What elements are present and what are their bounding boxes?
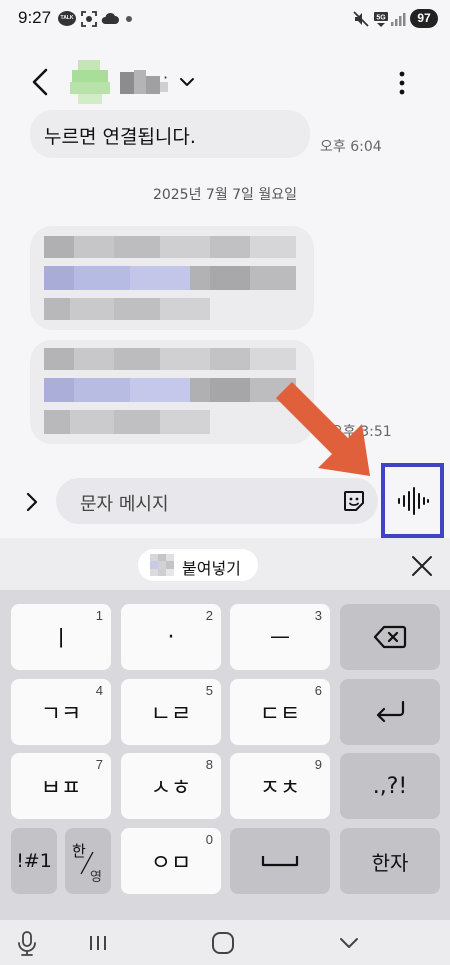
date-separator: 2025년 7월 7일 월요일 [152, 187, 298, 203]
key-4[interactable]: ㄱㅋ 4 [11, 679, 111, 745]
enter-icon [376, 700, 405, 723]
space-key[interactable] [230, 828, 330, 894]
name-separator-dot: · [163, 68, 169, 87]
more-vertical-icon[interactable] [390, 68, 414, 98]
keyboard-toolbar: 붙여넣기 [0, 538, 450, 590]
key-hanja[interactable]: 한자 [340, 828, 440, 894]
key-number: 7 [95, 757, 103, 772]
status-bar: 9:27 TALK 5G 97 [0, 0, 450, 40]
backspace-icon [373, 625, 407, 649]
key-number: 1 [95, 608, 103, 623]
space-icon [261, 856, 299, 867]
key-number: 6 [314, 683, 322, 698]
key-grid: ㅣ 1 · 2 ㅡ 3 ㄱㅋ 4 ㄴㄹ 5 ㄷㅌ 6 ㅂㅍ 7 ㅅㅎ 8 ㅈㅊ … [0, 590, 450, 920]
message-timestamp: 오후 6:04 [320, 139, 382, 155]
keyboard: 붙여넣기 ㅣ 1 · 2 ㅡ 3 ㄱㅋ 4 ㄴㄹ 5 ㄷㅌ 6 ㅂㅍ 7 ㅅㅎ … [0, 538, 450, 965]
notification-dot-icon [126, 16, 132, 22]
screenshot-icon [81, 11, 97, 27]
key-8[interactable]: ㅅㅎ 8 [121, 753, 221, 819]
key-5[interactable]: ㄴㄹ 5 [121, 679, 221, 745]
message-bubble-redacted[interactable] [30, 226, 314, 330]
5g-signal-icon: 5G [374, 12, 388, 27]
cell-signal-icon [391, 13, 406, 26]
home-icon[interactable] [208, 928, 238, 958]
battery-indicator: 97 [410, 9, 438, 28]
talk-notification-icon: TALK [58, 11, 76, 26]
paste-label: 붙여넣기 [182, 559, 241, 578]
enter-key[interactable] [340, 679, 440, 745]
cloud-icon [101, 12, 119, 24]
key-0[interactable]: ㅇㅁ 0 [121, 828, 221, 894]
expand-chevron-icon[interactable] [20, 488, 44, 516]
conversation-header: · [0, 50, 450, 114]
svg-text:5G: 5G [376, 15, 386, 22]
key-label: 한자 [371, 850, 409, 875]
back-arrow-icon[interactable] [24, 64, 60, 100]
close-icon[interactable] [410, 554, 434, 578]
key-number: 0 [205, 832, 213, 847]
key-symbols[interactable]: !#1 [11, 828, 57, 894]
key-number: 8 [205, 757, 213, 772]
lang-slash-icon [80, 851, 94, 875]
key-2[interactable]: · 2 [121, 604, 221, 670]
message-input[interactable]: 문자 메시지 [56, 478, 378, 524]
message-bubble[interactable]: 누르면 연결됩니다. [30, 110, 310, 158]
key-1[interactable]: ㅣ 1 [11, 604, 111, 670]
status-time: 9:27 [18, 8, 52, 27]
recents-icon[interactable] [83, 928, 113, 958]
key-3[interactable]: ㅡ 3 [230, 604, 330, 670]
back-nav-icon[interactable] [334, 928, 364, 958]
lang-key-bottom: 영 [90, 870, 102, 885]
emoji-sticker-icon[interactable] [342, 489, 366, 513]
key-7[interactable]: ㅂㅍ 7 [11, 753, 111, 819]
navigation-bar [0, 920, 450, 965]
language-toggle-key[interactable]: 한 영 [65, 828, 111, 894]
key-number: 2 [205, 608, 213, 623]
key-label: .,?! [372, 773, 408, 799]
backspace-key[interactable] [340, 604, 440, 670]
avatar[interactable] [70, 60, 110, 104]
key-punct[interactable]: .,?! [340, 753, 440, 819]
key-number: 5 [205, 683, 213, 698]
mute-icon [353, 11, 369, 27]
annotation-arrow-icon [276, 382, 370, 476]
key-label: !#1 [16, 850, 52, 872]
key-number: 4 [95, 683, 103, 698]
paste-button[interactable]: 붙여넣기 [138, 549, 258, 581]
message-input-placeholder: 문자 메시지 [80, 494, 169, 515]
key-6[interactable]: ㄷㅌ 6 [230, 679, 330, 745]
chevron-down-icon[interactable] [176, 72, 198, 92]
key-number: 9 [314, 757, 322, 772]
clipboard-thumbnail-icon [150, 554, 174, 576]
mic-icon[interactable] [12, 928, 42, 958]
message-text: 누르면 연결됩니다. [44, 126, 196, 148]
redacted-content [44, 236, 296, 320]
key-number: 3 [314, 608, 322, 623]
key-9[interactable]: ㅈㅊ 9 [230, 753, 330, 819]
voice-wave-icon[interactable] [396, 486, 430, 516]
